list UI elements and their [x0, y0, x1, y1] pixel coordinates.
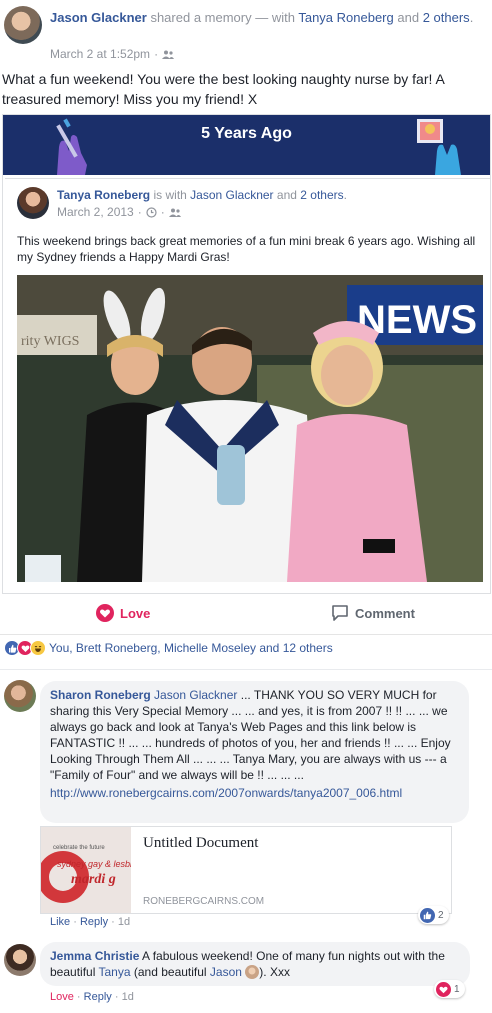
commenter-name-link[interactable]: Jemma Christie — [50, 949, 139, 963]
reactions-summary-text[interactable]: You, Brett Roneberg, Michelle Moseley an… — [49, 641, 333, 655]
comment-love-link[interactable]: Love — [50, 991, 74, 1003]
comments-divider — [0, 669, 492, 670]
comment-reaction-count: 2 — [438, 909, 444, 921]
comment-button[interactable]: Comment — [331, 604, 415, 622]
shared-memory-post: Tanya Roneberg is with Jason Glackner an… — [5, 178, 490, 595]
comment-body-part-2: (and beautiful — [130, 965, 210, 979]
clock-icon — [146, 206, 157, 218]
comment-text: Jemma Christie A fabulous weekend! One o… — [50, 948, 462, 980]
svg-text:sydney gay & lesbian: sydney gay & lesbian — [57, 859, 131, 869]
comment-button-label: Comment — [355, 605, 415, 621]
friends-audience-icon[interactable] — [168, 208, 181, 217]
shared-post-meta: March 2, 2013 · · — [57, 205, 181, 219]
comment-icon — [332, 605, 348, 621]
love-reaction-icon — [436, 981, 451, 997]
shared-and-text: and — [276, 188, 297, 202]
comment-age[interactable]: 1d — [118, 916, 130, 928]
comment-body: ... THANK YOU SO VERY MUCH for sharing t… — [50, 688, 451, 782]
separator-dot: · — [114, 991, 119, 1003]
comment-url-link[interactable]: http://www.ronebergcairns.com/2007onward… — [50, 785, 462, 801]
separator-dot: · — [137, 205, 142, 219]
post-meta: March 2 at 1:52pm · — [50, 47, 175, 61]
post-action-text: shared a memory — with — [150, 10, 295, 25]
mention-avatar-icon — [245, 965, 260, 979]
memory-photo[interactable]: NEWS rity WIGS — [17, 275, 483, 582]
reactions-summary[interactable]: You, Brett Roneberg, Michelle Moseley an… — [4, 640, 333, 656]
mention-link-tanya[interactable]: Tanya — [99, 965, 131, 979]
wigs-sign: rity WIGS — [21, 334, 79, 349]
reaction-icons — [4, 640, 46, 656]
comment-body-part-3: ). Xxx — [259, 965, 290, 979]
is-with-text: is with — [153, 188, 187, 202]
post-author-link[interactable]: Jason Glackner — [50, 10, 147, 25]
post-header: Jason Glackner shared a memory — with Ta… — [50, 8, 480, 27]
shared-post-date[interactable]: March 2, 2013 — [57, 205, 134, 219]
shared-author-link[interactable]: Tanya Roneberg — [57, 188, 150, 202]
link-preview-title[interactable]: Untitled Document — [143, 835, 258, 852]
link-preview-thumbnail: celebrate the future sydney gay & lesbia… — [41, 827, 131, 913]
shared-tagged-link[interactable]: Jason Glackner — [190, 188, 273, 202]
haha-reaction-icon — [30, 640, 46, 656]
comment-reaction-count: 1 — [454, 983, 460, 995]
comment-meta: Love · Reply · 1d — [50, 991, 134, 1003]
separator-dot: · — [154, 47, 159, 61]
separator-dot: · — [76, 991, 81, 1003]
svg-text:mardi g: mardi g — [71, 872, 116, 887]
comment-reply-link[interactable]: Reply — [84, 991, 112, 1003]
comment-reaction-badge[interactable]: 2 — [418, 906, 449, 924]
period-text: . — [469, 10, 474, 25]
hand-photo-icon — [417, 119, 461, 175]
commenter-name-link[interactable]: Sharon Roneberg — [50, 688, 151, 702]
comment-meta: Like · Reply · 1d — [50, 916, 130, 928]
love-reaction-icon — [96, 604, 114, 622]
shared-post-text: This weekend brings back great memories … — [17, 234, 476, 264]
memory-banner: 5 Years Ago — [3, 115, 490, 175]
friends-audience-icon[interactable] — [162, 50, 175, 59]
shared-post-header: Tanya Roneberg is with Jason Glackner an… — [57, 188, 347, 202]
commenter-avatar[interactable] — [4, 944, 36, 976]
shared-period-text: . — [343, 188, 347, 202]
post-action-bar: Love Comment — [0, 600, 492, 628]
memory-card: 5 Years Ago Tanya Roneberg is with Jason… — [2, 114, 491, 594]
comment-reaction-badge[interactable]: 1 — [434, 980, 465, 998]
author-avatar[interactable] — [4, 6, 42, 44]
party-photo: NEWS rity WIGS — [17, 275, 483, 582]
comment-like-link[interactable]: Like — [50, 916, 70, 928]
post-body-text: What a fun weekend! You were the best lo… — [2, 71, 445, 107]
commenter-avatar[interactable] — [4, 680, 36, 712]
comment-text: Sharon Roneberg Jason Glackner ... THANK… — [50, 687, 462, 801]
svg-text:celebrate the future: celebrate the future — [53, 845, 105, 851]
comment-reply-link[interactable]: Reply — [80, 916, 108, 928]
shared-others-link[interactable]: 2 others — [300, 188, 343, 202]
like-reaction-icon — [420, 907, 435, 923]
comment-age[interactable]: 1d — [122, 991, 134, 1003]
tagged-user-link[interactable]: Tanya Roneberg — [298, 10, 393, 25]
link-preview-card[interactable]: celebrate the future sydney gay & lesbia… — [40, 826, 452, 914]
link-preview-domain: RONEBERGCAIRNS.COM — [143, 896, 265, 907]
others-link[interactable]: 2 others — [423, 10, 470, 25]
shared-author-avatar[interactable] — [17, 187, 49, 219]
separator-dot: · — [73, 916, 77, 928]
separator-dot-2: · — [160, 205, 165, 219]
mention-link-jason[interactable]: Jason — [210, 965, 242, 979]
love-button-label: Love — [120, 605, 151, 621]
love-button[interactable]: Love — [96, 604, 150, 622]
and-text: and — [397, 10, 420, 25]
action-divider — [0, 634, 492, 635]
post-timestamp[interactable]: March 2 at 1:52pm — [50, 47, 150, 61]
separator-dot: · — [111, 916, 115, 928]
mention-link[interactable]: Jason Glackner — [154, 688, 237, 702]
